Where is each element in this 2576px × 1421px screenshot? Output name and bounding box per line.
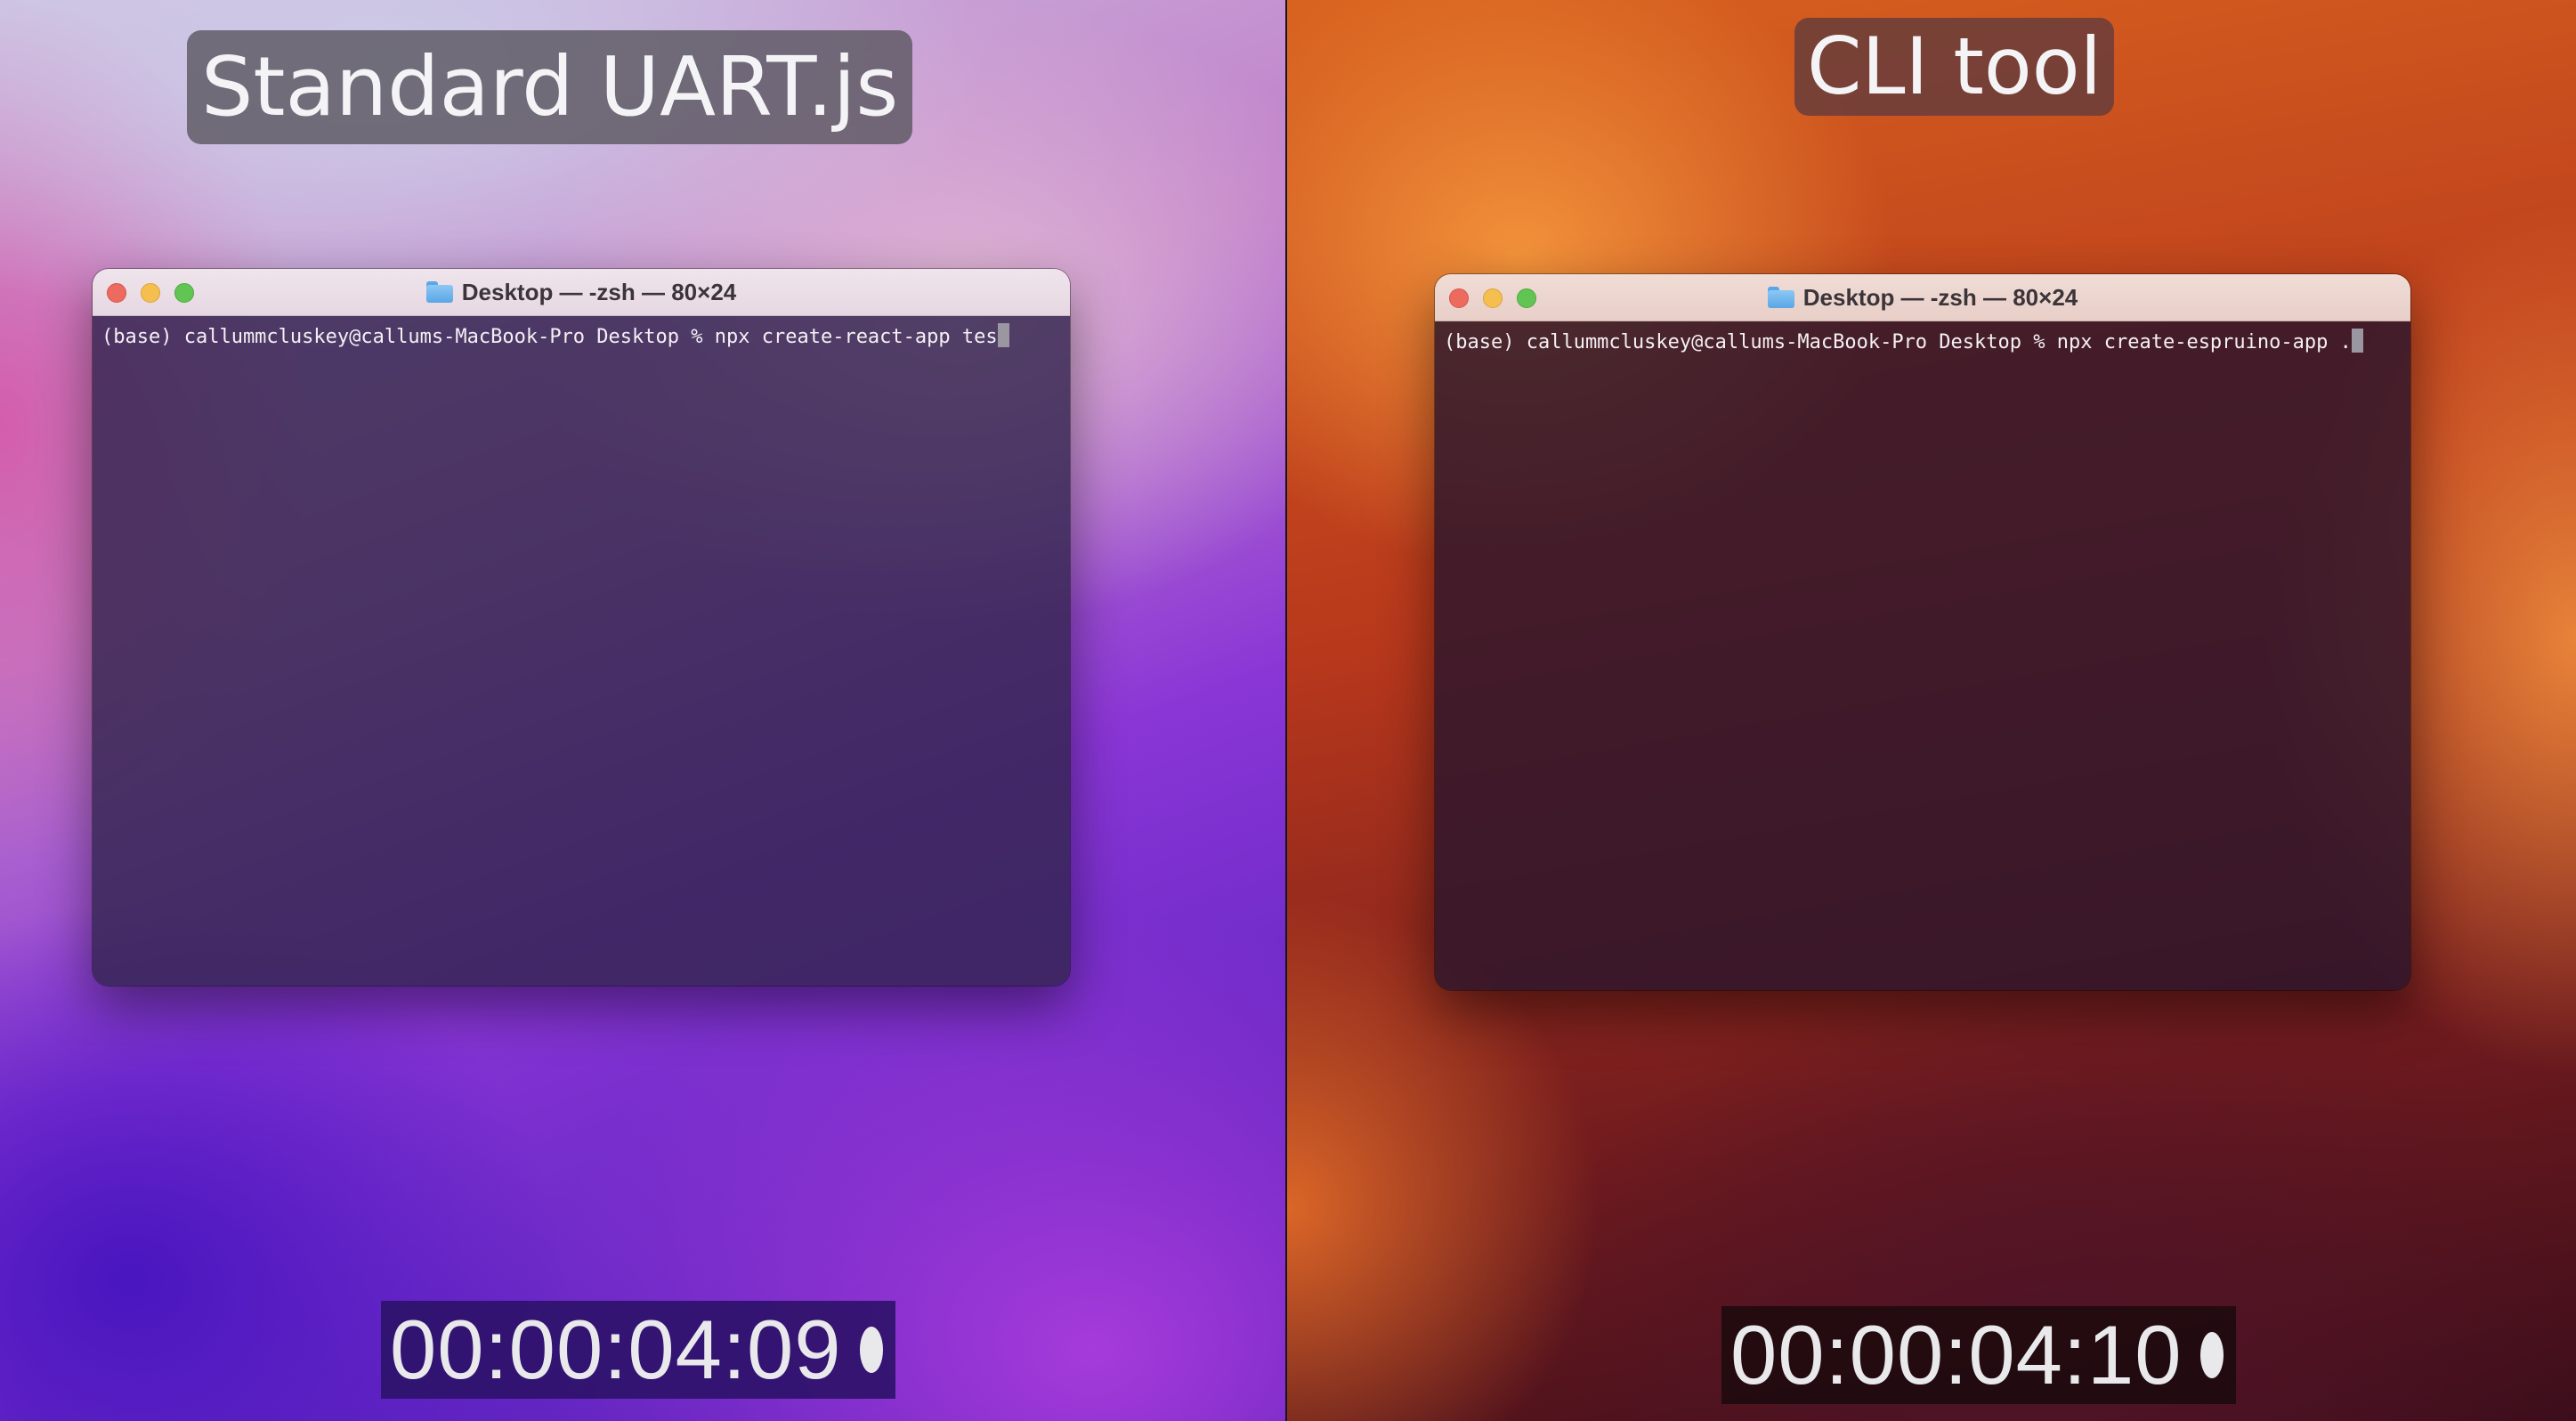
terminal-content-right[interactable]: (base) callummcluskey@callums-MacBook-Pr… xyxy=(1435,321,2410,990)
text-cursor xyxy=(997,323,1009,347)
terminal-content-left[interactable]: (base) callummcluskey@callums-MacBook-Pr… xyxy=(93,316,1070,986)
left-panel-wallpaper: Standard UART.js Desktop — -zsh — 80×24 … xyxy=(0,0,1285,1421)
terminal-window-left[interactable]: Desktop — -zsh — 80×24 (base) callummclu… xyxy=(93,269,1070,986)
terminal-titlebar-right[interactable]: Desktop — -zsh — 80×24 xyxy=(1435,274,2410,321)
window-title-right: Desktop — -zsh — 80×24 xyxy=(1435,274,2410,321)
prompt-line: (base) callummcluskey@callums-MacBook-Pr… xyxy=(1444,331,2352,353)
folder-icon xyxy=(1767,287,1794,308)
window-title-text: Desktop — -zsh — 80×24 xyxy=(1802,283,2078,311)
timecode-left: 00:00:04:09 xyxy=(381,1301,895,1399)
folder-icon xyxy=(425,281,453,303)
timecode-text: 00:00:04:09 xyxy=(390,1303,842,1396)
record-dot-icon xyxy=(2199,1332,2224,1378)
window-title-text: Desktop — -zsh — 80×24 xyxy=(461,278,737,305)
prompt-line: (base) callummcluskey@callums-MacBook-Pr… xyxy=(101,326,998,348)
terminal-window-right[interactable]: Desktop — -zsh — 80×24 (base) callummclu… xyxy=(1435,274,2410,990)
record-dot-icon xyxy=(859,1327,883,1373)
terminal-titlebar-left[interactable]: Desktop — -zsh — 80×24 xyxy=(93,269,1070,316)
left-caption: Standard UART.js xyxy=(187,30,913,144)
timecode-right: 00:00:04:10 xyxy=(1721,1306,2236,1404)
timecode-text: 00:00:04:10 xyxy=(1730,1308,2183,1401)
right-panel-wallpaper: CLI tool Desktop — -zsh — 80×24 (base) c… xyxy=(1287,0,2576,1421)
text-cursor xyxy=(2351,329,2363,353)
window-title-left: Desktop — -zsh — 80×24 xyxy=(93,269,1070,315)
right-caption: CLI tool xyxy=(1794,18,2115,116)
